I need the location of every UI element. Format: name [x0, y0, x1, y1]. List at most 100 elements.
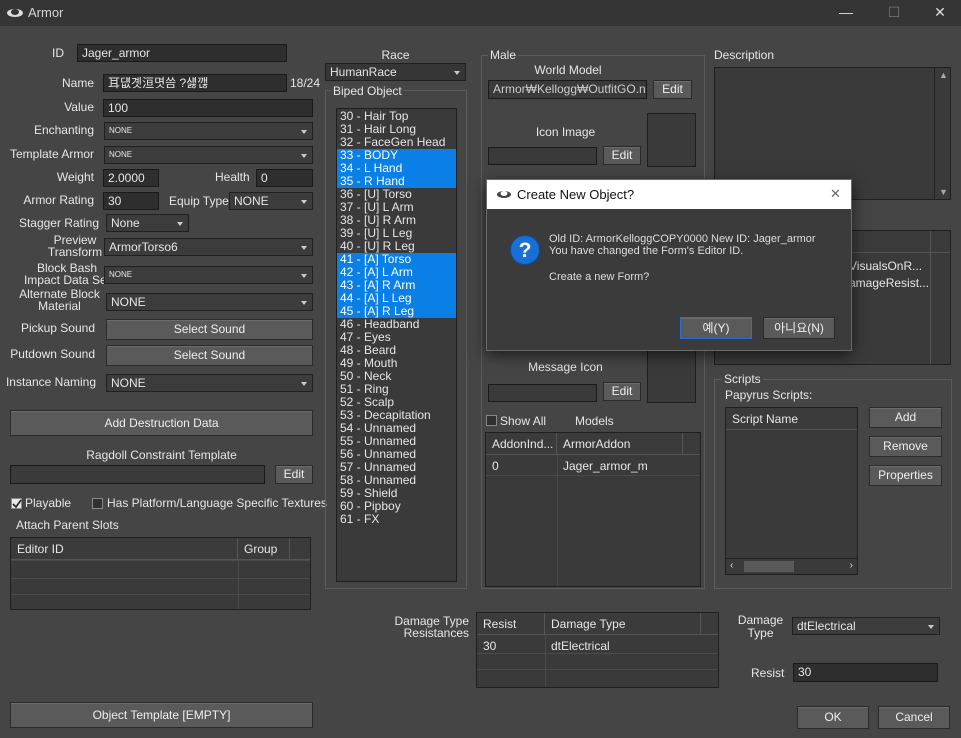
value-field[interactable]: 100 [103, 99, 313, 117]
platform-textures-checkbox[interactable] [92, 498, 103, 509]
cancel-button[interactable]: Cancel [878, 706, 950, 729]
enchanting-combo[interactable]: NONE [104, 122, 313, 140]
message-icon-field[interactable] [488, 384, 597, 402]
add-script-button[interactable]: Add [869, 407, 942, 428]
col-group[interactable]: Group [238, 538, 290, 560]
health-field[interactable]: 0 [256, 169, 313, 187]
biped-slot-item[interactable]: 61 - FX [337, 513, 456, 526]
armor-addon-cell[interactable]: Jager_armor_m [563, 459, 648, 473]
dialog-line-3: Create a new Form? [549, 271, 650, 283]
show-all-checkbox[interactable] [486, 415, 497, 426]
armor-rating-label: Armor Rating [23, 193, 94, 207]
icon-image-preview [647, 113, 696, 167]
script-properties-button[interactable]: Properties [869, 465, 942, 486]
property-row-2[interactable]: amageResist... [849, 276, 929, 290]
papyrus-scripts-label: Papyrus Scripts: [725, 388, 813, 402]
col-damage-type[interactable]: Damage Type [545, 613, 701, 635]
scripts-label: Scripts [722, 372, 763, 386]
col-addon-index[interactable]: AddonInd... [486, 433, 557, 455]
col-script-name[interactable]: Script Name [726, 408, 857, 430]
close-button[interactable]: ✕ [930, 4, 950, 21]
damage-type-combo[interactable]: dtElectrical [792, 617, 940, 635]
world-model-field[interactable]: Armor₩Kellogg₩OutfitGO.nif [488, 80, 647, 99]
preview-transform-combo[interactable]: ArmorTorso6 [104, 238, 313, 256]
armor-rating-field[interactable]: 30 [103, 192, 159, 210]
stagger-rating-combo[interactable]: None [106, 214, 189, 232]
scroll-down-icon[interactable]: ▼ [939, 187, 948, 197]
window-title: Armor [28, 5, 64, 20]
id-field[interactable]: Jager_armor [77, 44, 287, 62]
object-template-button[interactable]: Object Template [EMPTY] [10, 702, 313, 728]
resist-cell[interactable]: 30 [483, 639, 496, 653]
biped-object-label: Biped Object [331, 84, 404, 98]
scripts-list[interactable]: Script Name ‹ › [725, 407, 858, 575]
block-bash-combo[interactable]: NONE [104, 266, 313, 284]
ragdoll-edit-button[interactable]: Edit [275, 465, 313, 484]
remove-script-button[interactable]: Remove [869, 436, 942, 457]
col-armor-addon[interactable]: ArmorAddon [557, 433, 683, 455]
damage-type-label: Damage Type [737, 613, 784, 640]
name-field[interactable]: 耳덊곗洹몃씀 ?섏깮 [103, 74, 287, 92]
message-icon-edit-button[interactable]: Edit [603, 382, 641, 401]
col-editor-id[interactable]: Editor ID [11, 538, 238, 560]
property-row-1[interactable]: VisualsOnR... [849, 259, 922, 273]
attach-parent-slots-table[interactable]: Editor ID Group [10, 537, 311, 610]
enchanting-label: Enchanting [33, 123, 94, 137]
pickup-sound-button[interactable]: Select Sound [106, 319, 313, 340]
ok-button[interactable]: OK [797, 706, 869, 729]
app-icon [497, 191, 511, 198]
attach-parent-slots-label: Attach Parent Slots [16, 518, 119, 532]
dialog-no-button[interactable]: 아니요(N) [763, 317, 835, 339]
template-armor-label: Template Armor [9, 147, 94, 161]
damage-type-cell[interactable]: dtElectrical [551, 639, 610, 653]
equip-type-combo[interactable]: NONE [229, 192, 313, 210]
race-combo[interactable]: HumanRace [325, 63, 466, 81]
male-label: Male [488, 48, 519, 62]
resist-field[interactable]: 30 [793, 663, 938, 682]
models-label: Models [575, 414, 614, 428]
add-destruction-button[interactable]: Add Destruction Data [10, 410, 313, 436]
dialog-yes-button[interactable]: 예(Y) [680, 317, 752, 339]
icon-image-field[interactable] [488, 147, 597, 165]
damage-resistances-table[interactable]: Resist Damage Type 30 dtElectrical [476, 612, 719, 688]
icon-image-label: Icon Image [535, 125, 596, 139]
scroll-left-icon[interactable]: ‹ [730, 560, 733, 571]
race-label: Race [381, 48, 410, 62]
weight-field[interactable]: 2.0000 [103, 169, 159, 187]
scroll-up-icon[interactable]: ▲ [939, 70, 948, 80]
question-icon: ? [510, 235, 540, 265]
playable-checkbox[interactable] [11, 498, 22, 509]
icon-image-edit-button[interactable]: Edit [603, 146, 641, 165]
biped-object-list[interactable]: 30 - Hair Top 31 - Hair Long 32 - FaceGen … [336, 108, 457, 582]
description-scrollbar[interactable]: ▲ ▼ [934, 68, 950, 199]
health-label: Health [215, 170, 250, 184]
putdown-sound-button[interactable]: Select Sound [106, 345, 313, 366]
addon-index-cell[interactable]: 0 [492, 459, 499, 473]
message-icon-preview [647, 349, 696, 403]
dialog-line-1: Old ID: ArmorKelloggCOPY0000 New ID: Jag… [549, 233, 816, 245]
id-label: ID [52, 46, 64, 60]
maximize-button[interactable]: ☐ [884, 4, 904, 21]
ragdoll-field[interactable] [10, 465, 265, 484]
template-armor-combo[interactable]: NONE [104, 146, 313, 164]
scripts-hscrollbar[interactable]: ‹ › [726, 558, 857, 574]
models-table[interactable]: AddonInd... ArmorAddon 0 Jager_armor_m [485, 432, 701, 587]
damage-resistances-label: Damage Type Resistances [394, 614, 470, 640]
col-spacer [701, 613, 718, 635]
world-model-edit-button[interactable]: Edit [653, 80, 692, 99]
col-spacer [683, 433, 700, 455]
app-icon [7, 9, 23, 17]
instance-naming-combo[interactable]: NONE [106, 374, 313, 392]
dialog-title-bar: Create New Object? ✕ [487, 180, 851, 209]
dialog-title: Create New Object? [517, 187, 635, 202]
col-spacer [290, 538, 310, 560]
preview-transform-label: Preview Transform [47, 233, 103, 259]
scroll-right-icon[interactable]: › [850, 560, 853, 571]
playable-label: Playable [25, 496, 72, 510]
dialog-close-icon[interactable]: ✕ [830, 186, 841, 202]
putdown-sound-label: Putdown Sound [10, 347, 95, 361]
instance-naming-label: Instance Naming [5, 375, 96, 389]
minimize-button[interactable]: — [836, 4, 856, 20]
col-resist[interactable]: Resist [477, 613, 545, 635]
alternate-block-combo[interactable]: NONE [106, 293, 313, 311]
